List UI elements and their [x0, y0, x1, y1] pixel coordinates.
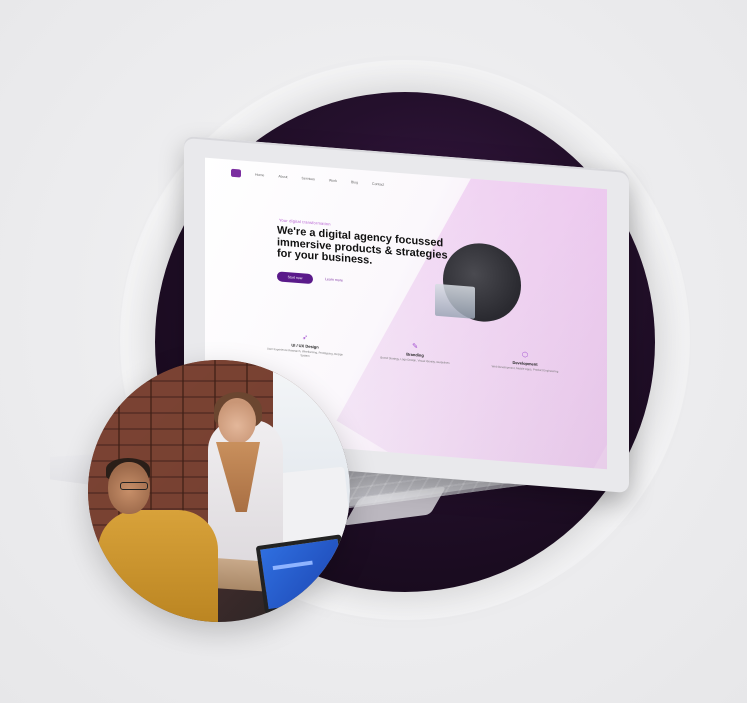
screen-nav: Home About Services Work Blog Contact [231, 168, 384, 190]
woman-face [218, 398, 256, 444]
start-button[interactable]: Start now [277, 271, 313, 285]
agency-logo-icon [231, 168, 241, 178]
learn-more-link[interactable]: Learn more [325, 277, 343, 282]
desktop-monitor [274, 466, 350, 544]
nav-item-services[interactable]: Services [302, 176, 315, 181]
nav-item-contact[interactable]: Contact [372, 182, 384, 187]
nav-item-home[interactable]: Home [255, 173, 264, 178]
man-figure [98, 510, 218, 622]
nav-item-blog[interactable]: Blog [351, 180, 358, 185]
hero-photo [435, 283, 475, 319]
blue-laptop-screen [255, 534, 350, 614]
nav-item-about[interactable]: About [278, 174, 287, 179]
screen-bar [272, 560, 313, 571]
hero-illustration: Home About Services Work Blog Contact Yo… [0, 0, 747, 703]
glasses-icon [120, 482, 148, 490]
team-photo-circle [88, 360, 350, 622]
nav-item-work[interactable]: Work [329, 178, 337, 183]
hero-headline: We're a digital agency focussed immersiv… [277, 224, 448, 267]
service-card: ➶ UI / UX Design User Experience Researc… [265, 330, 345, 360]
